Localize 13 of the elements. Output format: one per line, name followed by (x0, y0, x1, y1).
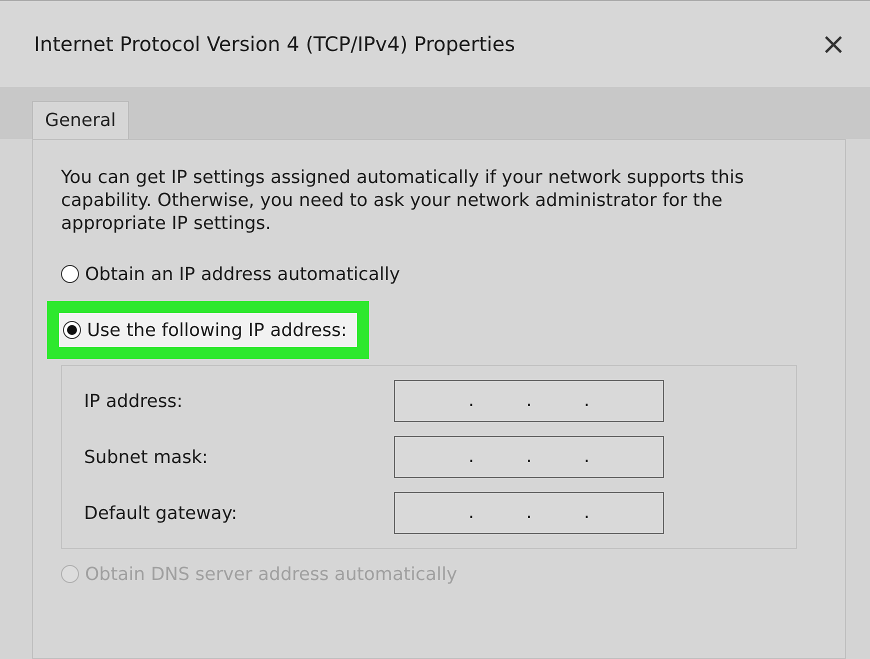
ip-address-field[interactable]: . . . (394, 492, 664, 534)
window-title: Internet Protocol Version 4 (TCP/IPv4) Properties (34, 32, 516, 56)
radio-button[interactable] (61, 265, 79, 283)
ip-address-field[interactable]: . . . (394, 380, 664, 422)
field-label: IP address: (84, 390, 183, 412)
close-button[interactable]: × (814, 26, 852, 62)
field-label: Default gateway: (84, 502, 238, 524)
field-label: Subnet mask: (84, 446, 208, 468)
intro-text: You can get IP settings assigned automatically if your network supports this capability. Otherwise, you need to ask your network administrator for the appropriate IP settings. (61, 166, 745, 235)
radio-label[interactable]: Obtain an IP address automatically (85, 264, 400, 284)
radio-label[interactable]: Use the following IP address: (87, 320, 347, 340)
tab[interactable]: General (32, 101, 129, 139)
ip-address-field[interactable]: . . . (394, 436, 664, 478)
